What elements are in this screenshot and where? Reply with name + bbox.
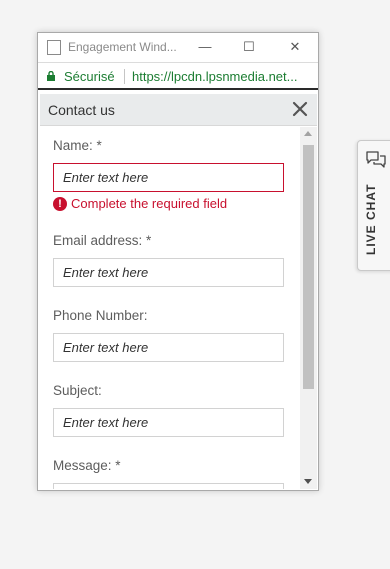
maximize-button[interactable]: ☐ [238,37,260,57]
url-text[interactable]: https://lpcdn.lpsnmedia.net... [132,69,297,84]
address-bar: Sécurisé https://lpcdn.lpsnmedia.net... [38,62,318,90]
panel-title: Contact us [48,102,115,118]
scroll-up-arrow[interactable] [304,131,312,136]
window-title: Engagement Wind... [68,40,177,54]
lock-icon [47,71,55,81]
window-close-button[interactable]: ✕ [284,37,306,57]
chat-bubbles-icon [366,151,386,168]
close-icon[interactable] [290,99,310,119]
message-label: Message: * [53,458,121,473]
email-input[interactable] [53,258,284,287]
subject-input[interactable] [53,408,284,437]
scroll-thumb[interactable] [303,145,314,389]
email-label: Email address: * [53,233,152,248]
name-input[interactable] [53,163,284,192]
window-titlebar[interactable]: Engagement Wind... — ☐ ✕ [38,33,318,62]
scroll-down-arrow[interactable] [304,479,312,484]
phone-label: Phone Number: [53,308,148,323]
form-scrollbar[interactable] [300,127,317,489]
live-chat-label: LIVE CHAT [364,183,378,255]
error-icon: ! [53,196,67,211]
contact-form: Name: * ! Complete the required field Em… [39,127,299,489]
address-separator [124,69,125,84]
name-label: Name: * [53,138,102,153]
secure-label: Sécurisé [64,69,115,84]
message-input[interactable] [53,483,284,489]
subject-label: Subject: [53,383,102,398]
app-page-icon [47,40,61,55]
live-chat-tab[interactable]: LIVE CHAT [357,140,390,271]
error-message: Complete the required field [71,196,228,211]
phone-input[interactable] [53,333,284,362]
minimize-button[interactable]: — [194,37,216,57]
contact-header: Contact us [40,94,317,126]
name-error: ! Complete the required field [53,196,227,211]
